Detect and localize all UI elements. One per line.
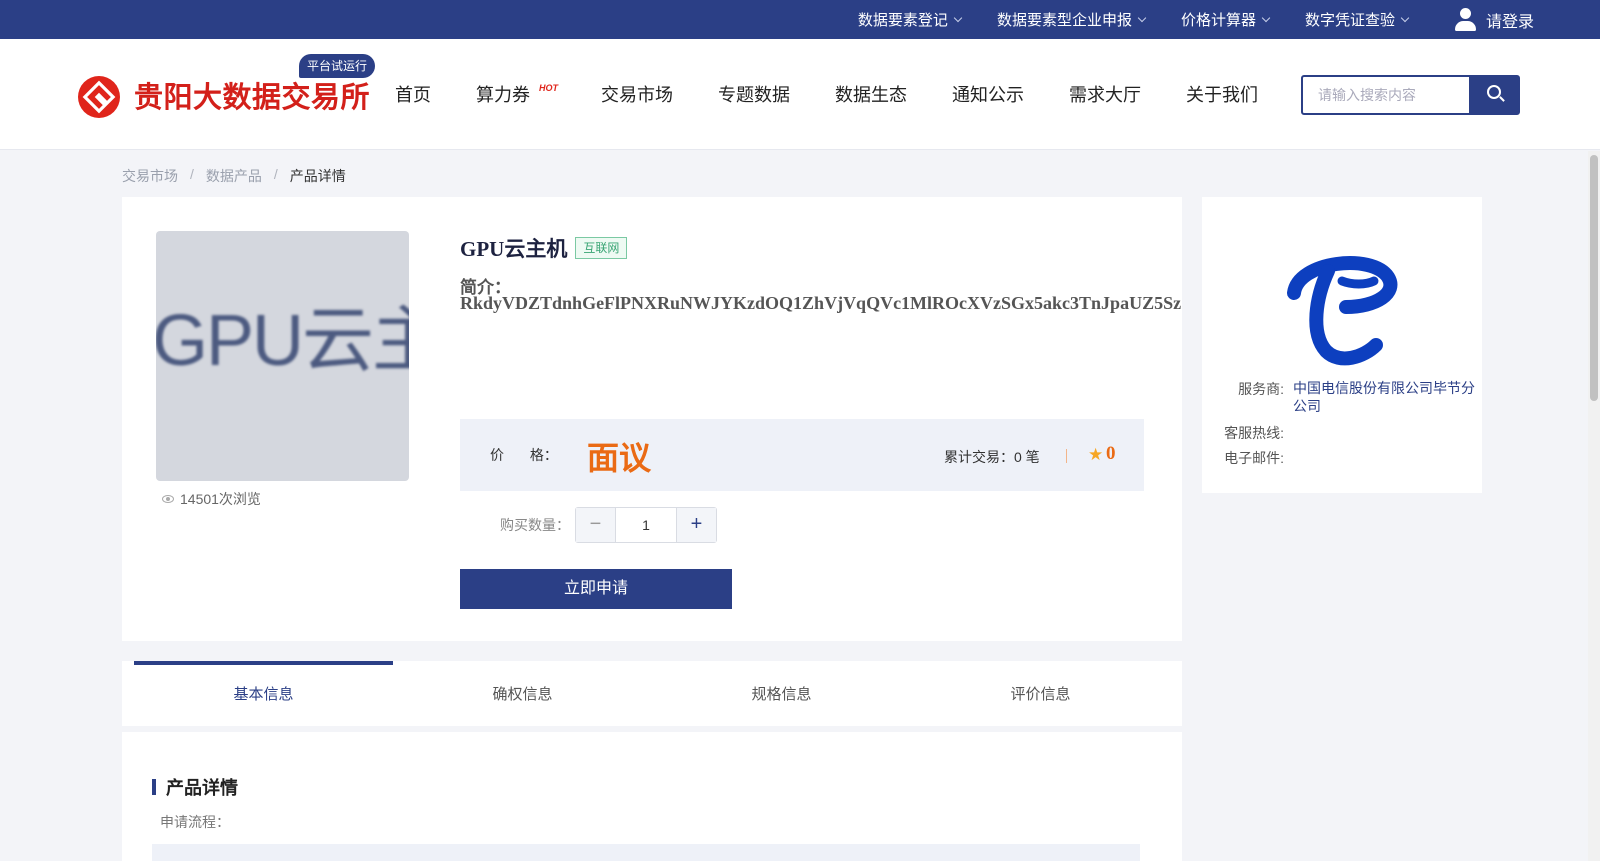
hotline-label: 客服热线: (1224, 425, 1284, 441)
view-count-text: 14501次浏览 (180, 491, 261, 507)
logo-icon[interactable] (78, 76, 120, 118)
user-icon (1454, 7, 1476, 32)
search-input[interactable] (1303, 77, 1471, 113)
scrollbar[interactable] (1588, 151, 1600, 861)
top-bar: 数据要素登记 数据要素型企业申报 价格计算器 数字凭证查验 请登录 (0, 0, 1600, 39)
tab-basic-info[interactable]: 基本信息 (134, 661, 393, 726)
top-link-label: 数据要素登记 (857, 12, 948, 29)
section-title-bar (152, 779, 156, 795)
logo-text[interactable]: 贵阳大数据交易所 (134, 74, 370, 116)
breadcrumb-market[interactable]: 交易市场 (122, 166, 178, 186)
service-label: 服务商: (1238, 381, 1284, 397)
hot-badge: HOT (539, 83, 558, 93)
hotline-value (1293, 423, 1475, 443)
apply-button[interactable]: 立即申请 (460, 569, 732, 609)
nav-item-ecosystem[interactable]: 数据生态 (835, 81, 907, 107)
service-value[interactable]: 中国电信股份有限公司毕节分公司 (1293, 379, 1475, 415)
breadcrumb-separator: / (273, 166, 278, 182)
section-title-text: 产品详情 (166, 778, 238, 798)
price-box: 价 格： 面议 累计交易：0 笔 ★ 0 (460, 419, 1144, 491)
flow-label: 申请流程： (160, 814, 230, 830)
nav-item-compute-voucher[interactable]: 算力券 HOT (476, 81, 558, 107)
tab-review-info[interactable]: 评价信息 (911, 661, 1170, 726)
top-link-label: 数据要素型企业申报 (996, 12, 1132, 29)
email-value (1293, 448, 1475, 468)
chevron-down-icon (953, 13, 963, 22)
star-icon: ★ (1088, 445, 1104, 464)
chevron-down-icon (1400, 13, 1410, 22)
top-link-voucher-check[interactable]: 数字凭证查验 (1304, 9, 1410, 30)
divider (1066, 449, 1067, 463)
price-value: 面议 (587, 440, 652, 476)
login-button[interactable]: 请登录 (1454, 7, 1534, 32)
intro-text: RkdyVDZTdnhGeFlPNXRuNWJYKzdOQ1ZhVjVqQVc1… (460, 293, 1182, 313)
nav-item-about[interactable]: 关于我们 (1186, 81, 1258, 107)
rating-value: 0 (1106, 443, 1116, 464)
nav-item-market[interactable]: 交易市场 (601, 81, 673, 107)
main-nav: 首页 算力券 HOT 交易市场 专题数据 数据生态 通知公示 需求大厅 关于我们 (395, 39, 1303, 149)
top-link-enterprise-declaration[interactable]: 数据要素型企业申报 (996, 9, 1147, 30)
chevron-down-icon (1261, 13, 1271, 22)
top-link-label: 价格计算器 (1180, 12, 1256, 29)
flow-box (152, 844, 1140, 861)
product-image: GPU云主机 (156, 231, 409, 481)
nav-item-home[interactable]: 首页 (395, 81, 431, 107)
scrollbar-thumb[interactable] (1590, 155, 1598, 401)
email-row: 电子邮件: (1222, 448, 1475, 468)
china-telecom-logo (1287, 256, 1398, 366)
hotline-row: 客服热线: (1222, 423, 1475, 443)
tab-rights-info[interactable]: 确权信息 (393, 661, 652, 726)
search-box (1301, 75, 1520, 115)
tab-spec-info[interactable]: 规格信息 (652, 661, 911, 726)
breadcrumb: 交易市场 / 数据产品 / 产品详情 (122, 166, 346, 186)
nav-item-demand-hall[interactable]: 需求大厅 (1069, 81, 1141, 107)
nav-item-label: 算力券 (476, 85, 530, 105)
product-image-text: GPU云主机 (156, 301, 409, 381)
decrement-button[interactable]: − (576, 508, 616, 542)
price-label: 价 格： (490, 447, 558, 463)
details-card: 产品详情 申请流程： (122, 732, 1182, 861)
increment-button[interactable]: + (676, 508, 716, 542)
chevron-down-icon (1137, 13, 1147, 22)
quantity-label: 购买数量： (500, 517, 570, 533)
header: 贵阳大数据交易所 平台试运行 首页 算力券 HOT 交易市场 专题数据 数据生态 … (0, 39, 1600, 150)
quantity-input[interactable] (616, 508, 676, 542)
product-card: GPU云主机 14501次浏览 GPU云主机 互联网 简介： RkdyVDZTd… (122, 197, 1182, 641)
top-link-price-calculator[interactable]: 价格计算器 (1180, 9, 1271, 30)
detail-tabs: 基本信息 确权信息 规格信息 评价信息 (122, 661, 1182, 726)
breadcrumb-separator: / (190, 166, 194, 182)
quantity-stepper: − + (575, 507, 717, 543)
email-label: 电子邮件: (1224, 450, 1284, 466)
nav-item-topic-data[interactable]: 专题数据 (718, 81, 790, 107)
top-link-data-registration[interactable]: 数据要素登记 (857, 9, 963, 30)
product-title: GPU云主机 互联网 (460, 233, 628, 263)
provider-row: 服务商: 中国电信股份有限公司毕节分公司 (1222, 379, 1475, 415)
breadcrumb-current: 产品详情 (289, 168, 346, 184)
trade-count: 累计交易：0 笔 (944, 449, 1040, 465)
top-links: 数据要素登记 数据要素型企业申报 价格计算器 数字凭证查验 请登录 (822, 0, 1534, 39)
section-title: 产品详情 (152, 774, 238, 800)
breadcrumb-data-products[interactable]: 数据产品 (206, 166, 262, 186)
top-link-label: 数字凭证查验 (1304, 12, 1395, 29)
nav-item-notices[interactable]: 通知公示 (952, 81, 1024, 107)
eye-icon (162, 495, 174, 503)
login-label: 请登录 (1485, 13, 1534, 31)
product-title-text: GPU云主机 (460, 237, 568, 261)
view-count: 14501次浏览 (162, 489, 261, 509)
provider-card: 服务商: 中国电信股份有限公司毕节分公司 客服热线: 电子邮件: (1202, 197, 1482, 493)
industry-tag: 互联网 (575, 237, 628, 259)
search-button[interactable] (1469, 77, 1518, 113)
trial-badge: 平台试运行 (299, 54, 376, 78)
